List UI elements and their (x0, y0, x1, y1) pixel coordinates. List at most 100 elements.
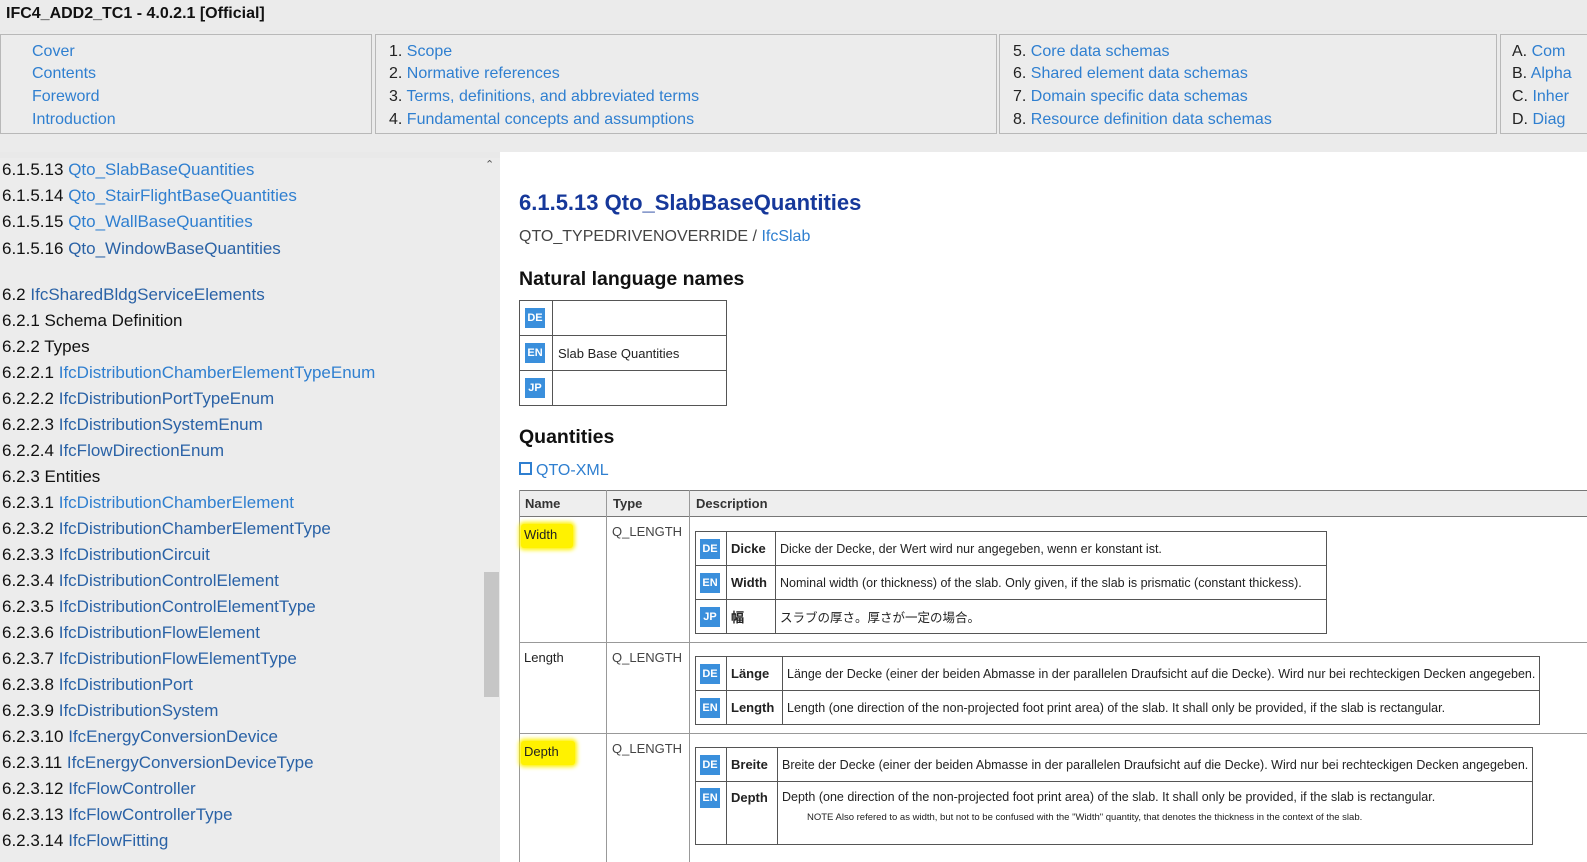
nav-link-fundamental-concepts[interactable]: Fundamental concepts and assumptions (407, 111, 694, 128)
main-content: 6.1.5.13 Qto_SlabBaseQuantities QTO_TYPE… (500, 152, 1587, 862)
sidebar-item-6-2-3-11[interactable]: 6.2.3.11 IfcEnergyConversionDeviceType (2, 753, 314, 773)
sidebar-item-label[interactable]: Qto_WallBaseQuantities (68, 212, 253, 231)
sidebar-item-number: 6.2.1 (2, 311, 40, 330)
sidebar-item-6-1-5-14[interactable]: 6.1.5.14 Qto_StairFlightBaseQuantities (2, 186, 297, 206)
sidebar-item-number: 6.2 (2, 285, 26, 304)
sidebar-item-label[interactable]: IfcEnergyConversionDevice (68, 727, 278, 746)
sidebar-item-6-2-3-2[interactable]: 6.2.3.2 IfcDistributionChamberElementTyp… (2, 519, 331, 539)
sidebar-item-6-2-3-9[interactable]: 6.2.3.9 IfcDistributionSystem (2, 701, 218, 721)
sidebar-item-number: 6.2.3.14 (2, 831, 64, 850)
nav-link-contents[interactable]: Contents (32, 65, 96, 83)
sidebar-item-6-2-2-1[interactable]: 6.2.2.1 IfcDistributionChamberElementTyp… (2, 363, 375, 383)
sidebar-item-label[interactable]: IfcDistributionChamberElementTypeEnum (59, 363, 376, 382)
nav-item-annex-b[interactable]: B. Alpha (1512, 65, 1572, 83)
nav-item-annex-c[interactable]: C. Inher (1512, 88, 1569, 106)
nav-link-annex-a[interactable]: Com (1532, 43, 1566, 60)
sidebar-item-label[interactable]: Qto_WindowBaseQuantities (68, 239, 281, 258)
sidebar-item-6-1-5-15[interactable]: 6.1.5.15 Qto_WallBaseQuantities (2, 212, 253, 232)
sidebar-item-label[interactable]: IfcDistributionPortTypeEnum (59, 389, 274, 408)
sidebar-item-label[interactable]: IfcSharedBldgServiceElements (30, 285, 264, 304)
nav-item-shared-element-data-schemas[interactable]: 6. Shared element data schemas (1013, 65, 1248, 83)
nav-item-fundamental-concepts[interactable]: 4. Fundamental concepts and assumptions (389, 111, 694, 129)
applicability-label: QTO_TYPEDRIVENOVERRIDE (519, 228, 749, 245)
nav-link-foreword[interactable]: Foreword (32, 88, 100, 106)
sidebar-item-6-2-2-3[interactable]: 6.2.2.3 IfcDistributionSystemEnum (2, 415, 263, 435)
sidebar-item-6-2-3-4[interactable]: 6.2.3.4 IfcDistributionControlElement (2, 571, 279, 591)
sidebar-item-6-2-3-14[interactable]: 6.2.3.14 IfcFlowFitting (2, 831, 168, 851)
sidebar-item-6-1-5-13[interactable]: 6.1.5.13 Qto_SlabBaseQuantities (2, 160, 254, 180)
sidebar-item-label[interactable]: IfcDistributionFlowElementType (59, 649, 297, 668)
ifcslab-link[interactable]: IfcSlab (761, 228, 810, 245)
nav-link-annex-d[interactable]: Diag (1532, 111, 1565, 128)
sidebar-item-6-2-3-8[interactable]: 6.2.3.8 IfcDistributionPort (2, 675, 193, 695)
column-header-type: Type (613, 496, 643, 511)
de-flag-icon: DE (700, 538, 720, 559)
column-header-description: Description (696, 496, 768, 511)
nav-item-core-data-schemas[interactable]: 5. Core data schemas (1013, 43, 1170, 61)
sidebar-item-label[interactable]: IfcFlowControllerType (68, 805, 232, 824)
qto-xml-link[interactable]: QTO-XML (519, 462, 609, 480)
sidebar-item-6-2-2-4[interactable]: 6.2.2.4 IfcFlowDirectionEnum (2, 441, 224, 461)
nav-link-annex-c[interactable]: Inher (1532, 88, 1568, 105)
sidebar-item-6-2-3-6[interactable]: 6.2.3.6 IfcDistributionFlowElement (2, 623, 260, 643)
nav-link-core-data-schemas[interactable]: Core data schemas (1031, 43, 1170, 60)
sidebar-item-label[interactable]: IfcFlowController (68, 779, 196, 798)
quantity-name-depth: Depth (521, 741, 575, 765)
sidebar-item-number: 6.2.3.5 (2, 597, 54, 616)
nav-item-annex-a[interactable]: A. Com (1512, 43, 1565, 61)
sidebar-scrollbar-track[interactable] (483, 158, 500, 862)
nav-item-terms[interactable]: 3. Terms, definitions, and abbreviated t… (389, 88, 699, 106)
name-value-en: Slab Base Quantities (552, 335, 727, 371)
column-header-name: Name (525, 496, 561, 511)
sidebar-item-6-2-3-5[interactable]: 6.2.3.5 IfcDistributionControlElementTyp… (2, 597, 316, 617)
sidebar-item-6-2-3-7[interactable]: 6.2.3.7 IfcDistributionFlowElementType (2, 649, 297, 669)
sidebar-item-6-2-3-10[interactable]: 6.2.3.10 IfcEnergyConversionDevice (2, 727, 278, 747)
sidebar-item-label[interactable]: IfcDistributionControlElement (59, 571, 279, 590)
sidebar-item-label[interactable]: IfcDistributionFlowElement (59, 623, 260, 642)
sidebar-item-label[interactable]: IfcFlowDirectionEnum (59, 441, 224, 460)
nav-link-introduction[interactable]: Introduction (32, 111, 116, 129)
nav-link-terms[interactable]: Terms, definitions, and abbreviated term… (407, 88, 700, 105)
sidebar-scrollbar-thumb[interactable] (484, 572, 499, 697)
sidebar-item-label[interactable]: IfcDistributionCircuit (59, 545, 210, 564)
sidebar-item-label[interactable]: IfcDistributionPort (59, 675, 193, 694)
sidebar-item-6-2[interactable]: 6.2 IfcSharedBldgServiceElements (2, 285, 265, 305)
nav-link-cover[interactable]: Cover (32, 43, 75, 61)
page-subtitle: QTO_TYPEDRIVENOVERRIDE / IfcSlab (519, 228, 810, 246)
nav-item-normative-references[interactable]: 2. Normative references (389, 65, 560, 83)
nav-link-shared-element-data-schemas[interactable]: Shared element data schemas (1031, 65, 1248, 82)
nav-item-annex-d[interactable]: D. Diag (1512, 111, 1565, 129)
sidebar-item-label[interactable]: IfcDistributionSystemEnum (59, 415, 263, 434)
nav-link-domain-specific-data-schemas[interactable]: Domain specific data schemas (1031, 88, 1248, 105)
nav-link-normative-references[interactable]: Normative references (407, 65, 560, 82)
nav-link-annex-b[interactable]: Alpha (1531, 65, 1572, 82)
sidebar-item-label[interactable]: IfcDistributionSystem (59, 701, 219, 720)
row-divider (519, 642, 1587, 643)
nav-link-resource-definition-data-schemas[interactable]: Resource definition data schemas (1031, 111, 1272, 128)
quantity-name-length: Length (524, 650, 564, 665)
sidebar-item-label[interactable]: IfcEnergyConversionDeviceType (67, 753, 314, 772)
sidebar-item-label[interactable]: Qto_StairFlightBaseQuantities (68, 186, 297, 205)
sidebar-item-6-1-5-16[interactable]: 6.1.5.16 Qto_WindowBaseQuantities (2, 239, 281, 259)
sidebar-item-6-2-3-1[interactable]: 6.2.3.1 IfcDistributionChamberElement (2, 493, 294, 513)
nav-box-front-matter: Cover Contents Foreword Introduction (0, 34, 372, 134)
sidebar-item-label[interactable]: IfcDistributionChamberElement (59, 493, 294, 512)
sidebar-item-label[interactable]: IfcDistributionControlElementType (59, 597, 316, 616)
sidebar-item-label[interactable]: Qto_SlabBaseQuantities (68, 160, 254, 179)
sidebar-item-number: 6.2.3.13 (2, 805, 64, 824)
sidebar-item-label[interactable]: IfcDistributionChamberElementType (59, 519, 331, 538)
sidebar-item-6-2-3-12[interactable]: 6.2.3.12 IfcFlowController (2, 779, 196, 799)
sidebar-item-6-2-3-13[interactable]: 6.2.3.13 IfcFlowControllerType (2, 805, 233, 825)
sidebar-item-number: 6.2.2.4 (2, 441, 54, 460)
jp-flag-icon: JP (525, 378, 545, 398)
nav-item-domain-specific-data-schemas[interactable]: 7. Domain specific data schemas (1013, 88, 1248, 106)
nav-link-scope[interactable]: Scope (407, 43, 452, 60)
nav-item-resource-definition-data-schemas[interactable]: 8. Resource definition data schemas (1013, 111, 1272, 129)
sidebar-item-6-2-2-2[interactable]: 6.2.2.2 IfcDistributionPortTypeEnum (2, 389, 274, 409)
sidebar-item-6-2-3-3[interactable]: 6.2.3.3 IfcDistributionCircuit (2, 545, 210, 565)
scroll-up-arrow-icon[interactable]: ⌃ (485, 158, 494, 171)
sidebar-item-number: 6.2.3.12 (2, 779, 64, 798)
translated-description: スラブの厚さ。厚さが一定の場合。 (775, 599, 1327, 634)
sidebar-item-label[interactable]: IfcFlowFitting (68, 831, 168, 850)
nav-item-scope[interactable]: 1. Scope (389, 43, 452, 61)
